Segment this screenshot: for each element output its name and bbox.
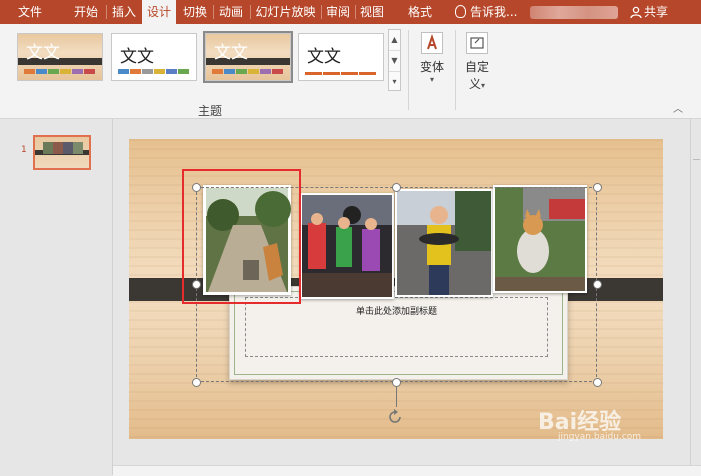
- theme-thumbnail-3[interactable]: 文文: [203, 31, 293, 83]
- slide-thumbnail-1[interactable]: [33, 135, 91, 170]
- theme-color-bar: [305, 72, 377, 75]
- gallery-down-icon[interactable]: ▼: [389, 51, 400, 72]
- tab-separator: [213, 5, 214, 19]
- theme-thumbnail-4[interactable]: 文文: [298, 33, 384, 81]
- tab-home[interactable]: 开始: [69, 0, 103, 24]
- theme-color-bar: [118, 69, 190, 74]
- resize-handle-bottom-left[interactable]: [192, 378, 201, 387]
- collapse-ribbon-icon[interactable]: ︿: [673, 100, 683, 115]
- vertical-scrollbar[interactable]: [690, 119, 701, 465]
- resize-handle-top-right[interactable]: [593, 183, 602, 192]
- tab-separator: [250, 5, 251, 19]
- tab-animations[interactable]: 动画: [215, 0, 247, 24]
- group-separator: [408, 30, 409, 110]
- rotate-handle-icon[interactable]: [385, 407, 405, 427]
- highlight-box: [182, 169, 301, 304]
- tab-slideshow[interactable]: 幻灯片放映: [252, 0, 319, 24]
- dropdown-arrow-icon: ▾: [429, 75, 434, 84]
- customize-button[interactable]: 自定 义▾: [460, 32, 494, 92]
- account-name-blurred: [530, 6, 618, 19]
- variants-icon: [421, 32, 443, 54]
- tab-file[interactable]: 文件: [8, 0, 52, 24]
- resize-handle-bottom[interactable]: [392, 378, 401, 387]
- baidu-watermark: Bai经验 jingyan.baidu.com: [538, 409, 641, 441]
- person-icon: [630, 6, 642, 18]
- theme-sample-text: 文文: [307, 47, 341, 67]
- tab-review[interactable]: 审阅: [323, 0, 353, 24]
- resize-handle-top[interactable]: [392, 183, 401, 192]
- share-button[interactable]: 共享: [630, 0, 668, 24]
- group-separator: [455, 30, 456, 110]
- theme-sample-text: 文文: [214, 43, 248, 63]
- tab-insert[interactable]: 插入: [109, 0, 139, 24]
- themes-group-label: 主题: [197, 104, 222, 118]
- variants-label: 变体: [419, 60, 444, 74]
- gallery-up-icon[interactable]: ▲: [389, 30, 400, 51]
- theme-sample-text: 文文: [120, 47, 154, 67]
- powerpoint-window: 文件 开始 插入 设计 切换 动画 幻灯片放映 审阅 视图 格式 告诉我... …: [0, 0, 701, 476]
- status-bar: [113, 465, 701, 476]
- tab-design[interactable]: 设计: [142, 0, 176, 24]
- tab-view[interactable]: 视图: [357, 0, 387, 24]
- slide-number: 1: [21, 145, 27, 155]
- svg-text:jingyan.baidu.com: jingyan.baidu.com: [557, 432, 641, 441]
- theme-thumbnail-2[interactable]: 文文: [111, 33, 197, 81]
- tell-me-label: 告诉我...: [470, 5, 518, 19]
- customize-label: 自定: [464, 60, 489, 74]
- theme-color-bar: [212, 69, 284, 74]
- theme-gallery-scroll[interactable]: ▲ ▼ ▾: [388, 29, 401, 91]
- tab-separator: [321, 5, 322, 19]
- theme-thumbnail-1[interactable]: 文文: [17, 33, 103, 81]
- design-ribbon: 文文 文文 文文 文文 ▲ ▼ ▾ 变体 ▾ 自定 义▾ 主题 ︿: [0, 24, 701, 119]
- lightbulb-icon: [455, 5, 466, 18]
- share-label: 共享: [644, 5, 669, 19]
- thumb-photos: [43, 142, 83, 154]
- resize-handle-right[interactable]: [593, 280, 602, 289]
- slide-size-icon: [466, 32, 488, 54]
- tell-me-search[interactable]: 告诉我...: [455, 0, 517, 24]
- gallery-more-icon[interactable]: ▾: [389, 72, 400, 92]
- slide-thumbnail-pane: [0, 119, 113, 475]
- tab-separator: [106, 5, 107, 19]
- theme-color-bar: [24, 69, 96, 74]
- rotate-connector: [396, 387, 397, 407]
- tab-transitions[interactable]: 切换: [179, 0, 211, 24]
- variants-button[interactable]: 变体 ▾: [414, 32, 450, 84]
- tab-separator: [355, 5, 356, 19]
- ribbon-tab-bar: 文件 开始 插入 设计 切换 动画 幻灯片放映 审阅 视图 格式 告诉我... …: [0, 0, 701, 24]
- theme-sample-text: 文文: [26, 43, 60, 63]
- tab-format[interactable]: 格式: [402, 0, 438, 24]
- resize-handle-bottom-right[interactable]: [593, 378, 602, 387]
- scroll-tick: [693, 159, 700, 160]
- customize-label-2: 义▾: [468, 77, 486, 91]
